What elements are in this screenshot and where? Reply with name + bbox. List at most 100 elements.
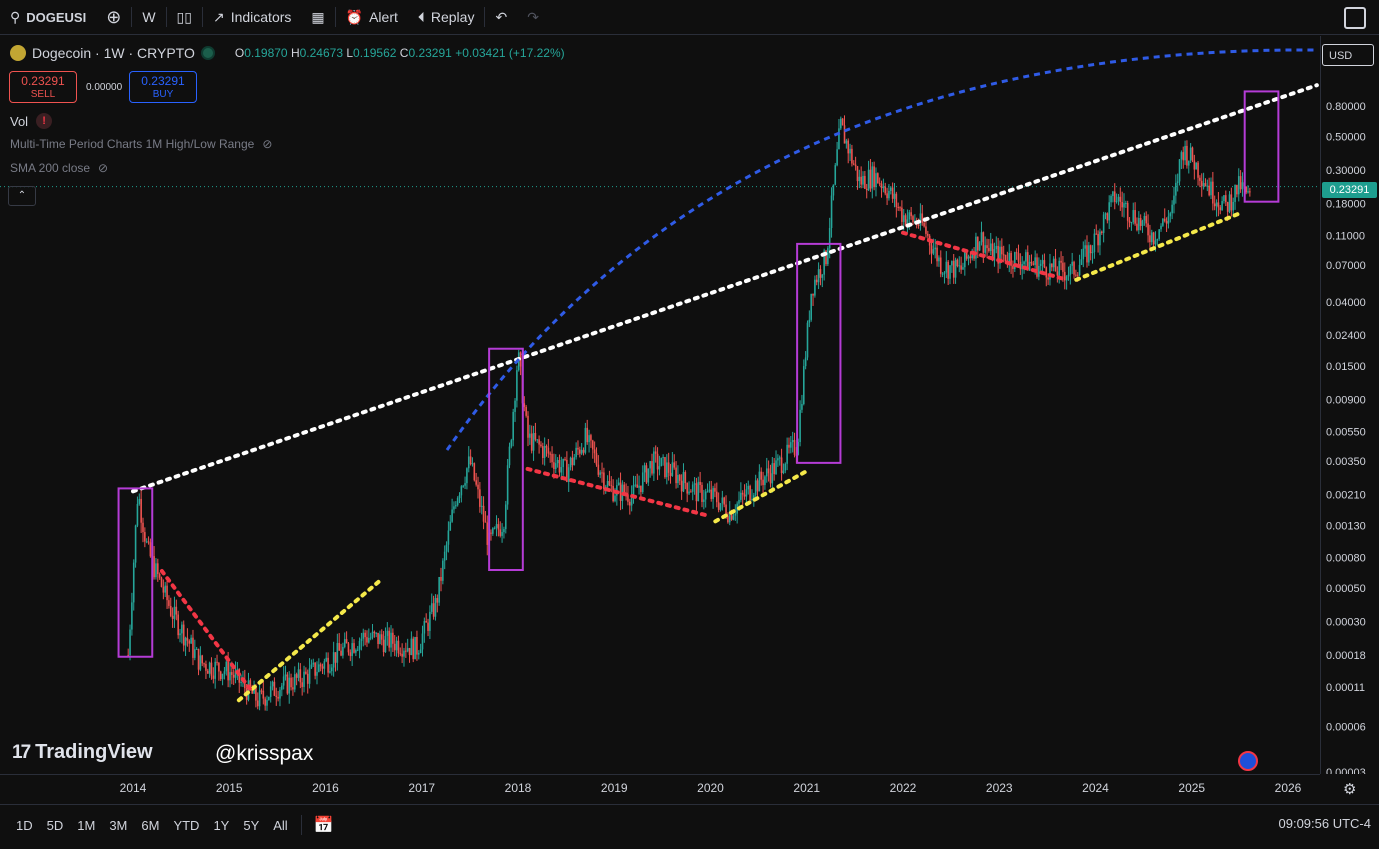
candle-body — [706, 491, 709, 493]
candle-body — [223, 671, 226, 674]
time-tick-label: 2024 — [1082, 781, 1109, 795]
candle-body — [386, 630, 389, 636]
candle-body — [132, 562, 135, 603]
candle-body — [1089, 245, 1092, 254]
candle-body — [1249, 191, 1251, 193]
eye-hidden-icon[interactable]: ⊘ — [98, 161, 108, 175]
candle-body — [827, 248, 829, 265]
candle-body — [958, 265, 961, 267]
candle-body — [1058, 260, 1061, 276]
calendar-icon[interactable]: 📅 — [302, 815, 346, 835]
candle-body — [927, 233, 929, 236]
indicator-sma[interactable]: SMA 200 close ⊘ — [10, 161, 108, 175]
undo-button[interactable]: ↶ — [485, 0, 517, 34]
candle-body — [717, 502, 720, 510]
indicator-multi-time[interactable]: Multi-Time Period Charts 1M High/Low Ran… — [10, 137, 272, 151]
redo-button[interactable]: ↷ — [517, 0, 549, 34]
white-trendline — [131, 83, 1319, 494]
candle-body — [564, 458, 566, 460]
range-1m[interactable]: 1M — [70, 818, 102, 833]
candle-body — [891, 187, 894, 199]
range-5d[interactable]: 5D — [40, 818, 71, 833]
range-1y[interactable]: 1Y — [206, 818, 236, 833]
replay-button[interactable]: ⏴ Replay — [408, 0, 485, 34]
candle-body — [888, 190, 890, 199]
candle-body — [1091, 252, 1094, 254]
high-value: 0.24673 — [299, 46, 344, 60]
candle-body — [964, 252, 966, 268]
candle-body — [560, 467, 563, 473]
candle-body — [319, 664, 322, 667]
range-6m[interactable]: 6M — [134, 818, 166, 833]
candle-body — [416, 637, 418, 655]
candle-body — [582, 449, 585, 453]
range-3m[interactable]: 3M — [102, 818, 134, 833]
sell-label: SELL — [30, 89, 56, 100]
candle-body — [1099, 231, 1101, 246]
candle-body — [406, 648, 409, 652]
fullscreen-icon[interactable] — [1344, 7, 1366, 29]
currency-button[interactable]: USD — [1322, 44, 1374, 66]
price-tick-label: 0.00011 — [1326, 682, 1365, 694]
candle-body — [164, 585, 167, 593]
candle-body — [364, 632, 366, 638]
candle-body — [292, 687, 294, 690]
candle-body — [1136, 223, 1138, 231]
buy-button[interactable]: 0.23291 BUY — [129, 71, 197, 103]
collapse-legend-button[interactable]: ⌃ — [8, 186, 36, 206]
eye-hidden-icon[interactable]: ⊘ — [262, 137, 272, 151]
alert-button[interactable]: ⏰ Alert — [336, 0, 408, 34]
sell-button[interactable]: 0.23291 SELL — [9, 71, 77, 103]
candle-body — [608, 481, 611, 486]
candle-body — [1202, 183, 1205, 187]
candle-body — [377, 632, 379, 645]
range-ytd[interactable]: YTD — [166, 818, 206, 833]
candle-body — [467, 456, 470, 469]
add-symbol-button[interactable]: ⊕ — [96, 0, 131, 34]
candle-body — [1199, 177, 1201, 181]
candle-body — [1123, 203, 1125, 208]
candle-body — [573, 457, 576, 466]
candle-body — [562, 458, 564, 468]
candle-body — [941, 273, 944, 275]
range-5y[interactable]: 5Y — [236, 818, 266, 833]
symbol-search[interactable]: ⚲ DOGEUSI — [0, 0, 96, 34]
price-tick-label: 0.00130 — [1326, 521, 1366, 533]
indicator-vol[interactable]: Vol ! — [10, 113, 53, 129]
candle-body — [1078, 264, 1081, 276]
candle-body — [693, 483, 696, 485]
indicators-button[interactable]: ↗ Indicators — [203, 0, 301, 34]
candle-body — [1143, 216, 1146, 221]
candle-body — [497, 524, 500, 530]
candle-body — [1106, 213, 1109, 221]
candle-body — [858, 176, 861, 182]
candle-body — [195, 648, 198, 650]
gear-icon[interactable]: ⚙ — [1343, 780, 1356, 798]
candle-body — [295, 674, 298, 678]
symbol-label: DOGEUSI — [26, 9, 87, 25]
candle-body — [1126, 203, 1129, 221]
candle-body — [1163, 218, 1166, 221]
candle-body — [606, 481, 609, 487]
candle-body — [218, 662, 220, 672]
candle-body — [414, 637, 416, 660]
price-tick-label: 0.80000 — [1326, 101, 1366, 113]
range-all[interactable]: All — [266, 818, 294, 833]
candle-body — [925, 226, 927, 234]
candle-body — [945, 261, 948, 273]
bottom-toolbar: 1D 5D 1M 3M 6M YTD 1Y 5Y All 📅 — [0, 804, 1379, 845]
interval-button[interactable]: W — [132, 0, 165, 34]
candle-body — [847, 140, 850, 154]
candle-body — [745, 489, 748, 497]
ohlc-values: O0.19870 H0.24673 L0.19562 C0.23291 +0.0… — [235, 46, 565, 60]
candle-body — [897, 207, 899, 209]
layout-button[interactable]: ▦ — [301, 0, 334, 34]
legend-title: Dogecoin · 1W · CRYPTO — [32, 45, 195, 61]
candle-body — [952, 261, 955, 278]
candle-body — [878, 183, 881, 185]
candle-body — [258, 690, 261, 707]
candle-body — [1060, 260, 1062, 263]
chart-type-button[interactable]: ▯▯ — [167, 0, 202, 34]
range-1d[interactable]: 1D — [9, 818, 40, 833]
candle-body — [508, 446, 511, 466]
